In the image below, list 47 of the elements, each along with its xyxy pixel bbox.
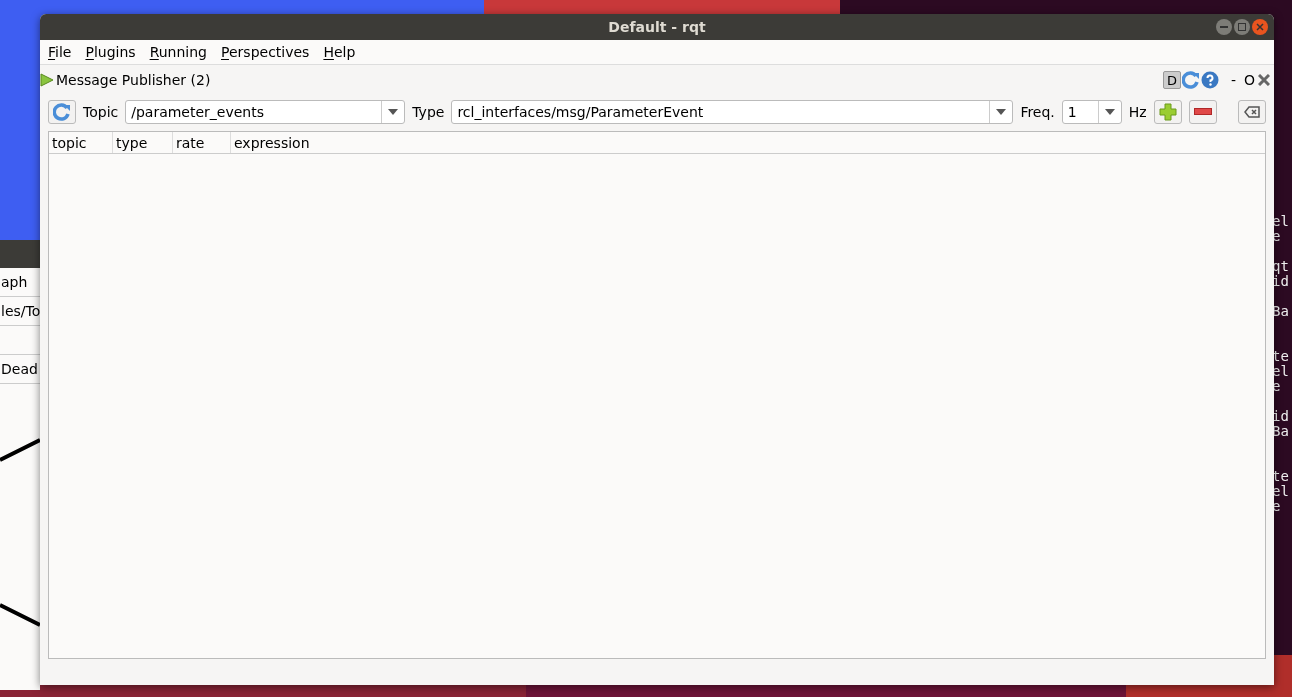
window-title: Default - rqt xyxy=(608,19,706,35)
play-icon xyxy=(40,73,54,87)
menu-item[interactable]: Plugins xyxy=(85,44,136,60)
terminal-text: id xyxy=(1272,274,1289,289)
add-button[interactable] xyxy=(1153,100,1182,124)
column-header[interactable]: expression xyxy=(231,132,313,153)
menu-item[interactable]: File xyxy=(48,44,72,60)
terminal-text: id xyxy=(1272,409,1289,424)
path-text: les/To xyxy=(1,303,40,319)
unit-label: Hz xyxy=(1128,104,1147,120)
refresh-icon xyxy=(53,103,71,121)
terminal-text: te xyxy=(1272,469,1289,484)
close-icon[interactable] xyxy=(1258,74,1270,86)
caret-icon xyxy=(996,109,1007,115)
tab-label[interactable]: aph xyxy=(1,274,28,290)
column-header[interactable]: type xyxy=(113,132,173,153)
freq-label: Freq. xyxy=(1020,104,1055,120)
column-header[interactable]: topic xyxy=(49,132,113,153)
caret-icon xyxy=(1104,109,1115,115)
clear-button[interactable] xyxy=(1238,100,1266,124)
menu-item[interactable]: Help xyxy=(323,44,356,60)
dock-button[interactable]: D xyxy=(1162,71,1181,89)
refresh-button[interactable] xyxy=(48,100,76,124)
column-header[interactable]: rate xyxy=(173,132,231,153)
menu-item[interactable]: Perspectives xyxy=(221,44,310,60)
minimize-button[interactable]: - xyxy=(1230,72,1236,88)
maximize-icon[interactable] xyxy=(1234,19,1250,35)
minimize-icon[interactable] xyxy=(1216,19,1232,35)
type-dropdown[interactable]: rcl_interfaces/msg/ParameterEvent xyxy=(451,100,1014,124)
minus-icon xyxy=(1193,108,1212,116)
topic-label: Topic xyxy=(83,104,119,120)
backspace-icon xyxy=(1244,106,1260,118)
plus-icon xyxy=(1158,103,1177,121)
help-icon[interactable] xyxy=(1200,71,1219,89)
topic-dropdown[interactable]: /parameter_events xyxy=(125,100,406,124)
terminal-text: te xyxy=(1272,349,1289,364)
remove-button[interactable] xyxy=(1188,100,1217,124)
freq-dropdown[interactable]: 1 xyxy=(1061,100,1122,124)
close-icon[interactable] xyxy=(1252,19,1268,35)
caret-icon xyxy=(388,109,399,115)
plugin-title: Message Publisher (2) xyxy=(56,72,211,88)
option-label: Dead xyxy=(1,361,38,377)
type-label: Type xyxy=(412,104,445,120)
menu-item[interactable]: Running xyxy=(149,44,207,60)
reload-icon[interactable] xyxy=(1181,71,1200,89)
window-titlebar xyxy=(0,240,40,268)
float-button[interactable]: O xyxy=(1243,72,1255,88)
